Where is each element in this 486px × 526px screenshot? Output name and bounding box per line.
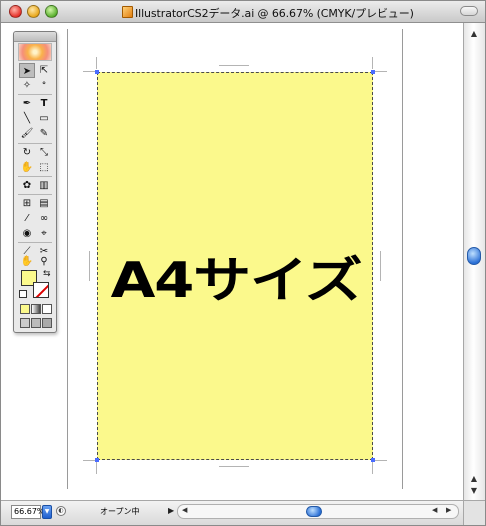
pen-tool-icon[interactable]: ✒	[19, 96, 35, 111]
line-segment-tool-icon[interactable]: ╲	[19, 111, 35, 126]
scroll-left-arrow-icon[interactable]: ◀	[182, 506, 187, 514]
anchor-point[interactable]	[95, 70, 99, 74]
tool-separator	[18, 94, 52, 95]
crop-mark	[375, 71, 387, 72]
anchor-point[interactable]	[371, 458, 375, 462]
rotate-tool-icon[interactable]: ↻	[19, 145, 35, 160]
tools-palette: ➤ ⇱ ✧ ᐤ ✒ T ╲ ▭ 🖌 ✎ ↻ ⤡ ✋ ⬚ ✿ ▥ ⊞ ▤ ⁄ ∞ …	[13, 31, 57, 333]
crop-mark	[372, 462, 373, 474]
warp-tool-icon[interactable]: ✋	[19, 160, 35, 175]
crop-mark	[96, 462, 97, 474]
title-bar[interactable]: IllustratorCS2データ.ai @ 66.67% (CMYK/プレビュ…	[1, 1, 485, 23]
horizontal-scroll-thumb[interactable]	[306, 506, 322, 517]
document-proxy-icon[interactable]	[122, 6, 133, 18]
blend-tool-icon[interactable]: ∞	[36, 211, 52, 226]
crop-mark	[83, 460, 95, 461]
tool-separator	[18, 143, 52, 144]
tool-separator	[18, 242, 52, 243]
full-screen-menu-mode-icon[interactable]	[31, 318, 41, 328]
illustrator-window: IllustratorCS2データ.ai @ 66.67% (CMYK/プレビュ…	[0, 0, 486, 526]
a4-rectangle[interactable]: A4サイズ	[97, 72, 373, 460]
column-graph-tool-icon[interactable]: ▥	[36, 178, 52, 193]
swap-fill-stroke-icon[interactable]: ⇆	[43, 269, 51, 279]
paintbrush-tool-icon[interactable]: 🖌	[19, 126, 35, 141]
tool-separator	[18, 194, 52, 195]
crop-mark	[96, 57, 97, 69]
free-transform-tool-icon[interactable]: ⬚	[36, 160, 52, 175]
status-text: オープン中	[100, 507, 140, 516]
rectangle-tool-icon[interactable]: ▭	[36, 111, 52, 126]
default-fill-stroke-icon[interactable]	[19, 290, 27, 298]
full-screen-mode-icon[interactable]	[42, 318, 52, 328]
zoom-level-field[interactable]: 66.67%	[11, 505, 45, 519]
direct-selection-tool-icon[interactable]: ⇱	[36, 63, 52, 78]
standard-screen-mode-icon[interactable]	[20, 318, 30, 328]
scroll-up-arrow-icon[interactable]: ▲	[464, 473, 484, 485]
hand-tool-icon[interactable]: ✋	[19, 254, 35, 269]
toolbar-toggle-button[interactable]	[460, 6, 478, 16]
zoom-dropdown-button[interactable]: ▼	[42, 505, 52, 519]
palette-title-bar[interactable]	[14, 32, 56, 42]
a4-size-label[interactable]: A4サイズ	[73, 241, 399, 312]
live-paint-selection-tool-icon[interactable]: ⌖	[36, 226, 52, 241]
anchor-point[interactable]	[371, 70, 375, 74]
minimize-button[interactable]	[27, 5, 40, 18]
vertical-scroll-thumb[interactable]	[467, 247, 481, 265]
pencil-tool-icon[interactable]: ✎	[36, 126, 52, 141]
anchor-point[interactable]	[95, 458, 99, 462]
horizontal-scrollbar[interactable]: ◀ ◀ ▶	[177, 504, 459, 519]
lasso-tool-icon[interactable]: ᐤ	[36, 78, 52, 93]
magic-wand-tool-icon[interactable]: ✧	[19, 78, 35, 93]
selection-tool-icon[interactable]: ➤	[19, 63, 35, 78]
crop-mark	[375, 460, 387, 461]
scroll-down-arrow-icon[interactable]: ▼	[464, 485, 484, 497]
symbol-sprayer-tool-icon[interactable]: ✿	[19, 178, 35, 193]
mesh-tool-icon[interactable]: ⊞	[19, 196, 35, 211]
color-mode-icon[interactable]	[20, 304, 30, 314]
zoom-button[interactable]	[45, 5, 58, 18]
scale-tool-icon[interactable]: ⤡	[36, 145, 52, 160]
eyedropper-tool-icon[interactable]: ⁄	[19, 211, 35, 226]
crop-mark	[219, 65, 249, 66]
gradient-mode-icon[interactable]	[31, 304, 41, 314]
scroll-up-top-arrow-icon[interactable]: ▲	[464, 28, 484, 40]
window-title: IllustratorCS2データ.ai @ 66.67% (CMYK/プレビュ…	[135, 7, 414, 20]
adobe-logo-icon[interactable]	[18, 43, 52, 61]
live-paint-bucket-tool-icon[interactable]: ◉	[19, 226, 35, 241]
crop-mark	[219, 466, 249, 467]
stroke-color-swatch[interactable]	[33, 282, 49, 298]
gradient-tool-icon[interactable]: ▤	[36, 196, 52, 211]
vertical-scrollbar[interactable]: ▲ ▲ ▼	[463, 23, 485, 500]
scroll-left-end-arrow-icon[interactable]: ◀	[432, 506, 437, 514]
status-bar: 66.67% ▼ ◐ オープン中 ▶ ◀ ◀ ▶	[1, 500, 463, 525]
crop-mark	[83, 71, 95, 72]
tool-separator	[18, 176, 52, 177]
resize-grip[interactable]	[463, 500, 485, 525]
type-tool-icon[interactable]: T	[36, 96, 52, 111]
version-cue-icon[interactable]: ◐	[56, 506, 66, 516]
none-mode-icon[interactable]	[42, 304, 52, 314]
close-button[interactable]	[9, 5, 22, 18]
scroll-right-arrow-icon[interactable]: ▶	[446, 506, 451, 514]
zoom-tool-icon[interactable]: ⚲	[36, 254, 52, 269]
crop-mark	[372, 57, 373, 69]
status-menu-arrow-icon[interactable]: ▶	[168, 506, 174, 515]
